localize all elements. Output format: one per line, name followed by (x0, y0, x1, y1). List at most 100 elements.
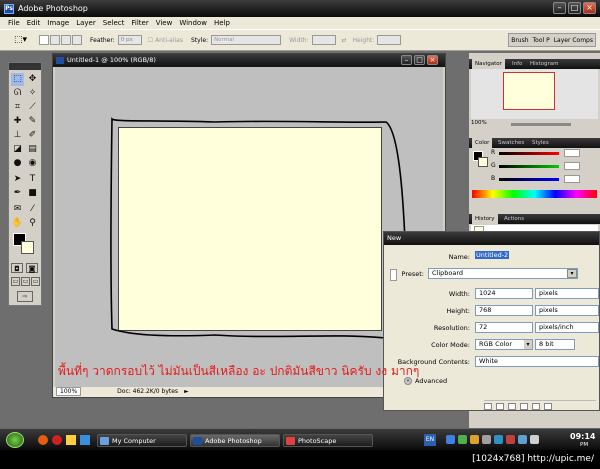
path-selection-tool-icon[interactable]: ➤ (11, 173, 24, 186)
height-input[interactable]: 768 (475, 305, 533, 316)
tray-icon-2[interactable] (458, 435, 467, 444)
tab-color[interactable]: Color (472, 138, 493, 148)
gradient-tool-icon[interactable]: ▤ (26, 143, 39, 156)
intersect-selection-button[interactable] (72, 35, 83, 45)
firefox-icon[interactable] (38, 435, 48, 445)
palette-tab-layer-comps[interactable]: Layer Comps (552, 37, 595, 44)
navigator-view-box[interactable] (503, 72, 555, 110)
language-indicator[interactable]: EN (424, 434, 436, 446)
menu-help[interactable]: Help (214, 19, 230, 27)
volume-icon[interactable] (530, 435, 539, 444)
crop-tool-icon[interactable]: ⌗ (11, 101, 24, 114)
opera-icon[interactable] (52, 435, 62, 445)
menu-view[interactable]: View (156, 19, 173, 27)
footer-icon-5[interactable] (532, 403, 540, 410)
name-field[interactable]: Untitled-2 (475, 251, 595, 262)
pen-tool-icon[interactable]: ✒ (11, 187, 24, 200)
menu-window[interactable]: Window (179, 19, 207, 27)
blue-value-input[interactable] (564, 175, 580, 183)
bit-depth-select[interactable]: 8 bit (535, 339, 575, 350)
menu-image[interactable]: Image (47, 19, 69, 27)
resolution-input[interactable]: 72 (475, 322, 533, 333)
taskbar-my-computer[interactable]: My Computer (97, 434, 187, 447)
feather-input[interactable]: 0 px (117, 35, 142, 45)
doc-close-button[interactable]: × (427, 55, 438, 65)
marquee-tool-icon[interactable]: ⬚▾ (14, 35, 27, 45)
width-input[interactable] (311, 35, 336, 45)
clock-time[interactable]: 09:14 (570, 432, 595, 441)
width-unit-select[interactable]: pixels (535, 288, 599, 299)
brush-tool-icon[interactable]: ✎ (26, 115, 39, 128)
height-input[interactable] (377, 35, 402, 45)
width-input[interactable]: 1024 (475, 288, 533, 299)
network-icon[interactable] (518, 435, 527, 444)
add-selection-button[interactable] (50, 35, 61, 45)
footer-icon-4[interactable] (520, 403, 528, 410)
green-value-input[interactable] (564, 162, 580, 170)
marquee-tool-icon[interactable]: ⬚ (11, 73, 24, 86)
menu-edit[interactable]: Edit (27, 19, 41, 27)
tab-histogram[interactable]: Histogram (527, 59, 562, 69)
folder-icon[interactable] (66, 435, 76, 445)
tray-icon-6[interactable] (506, 435, 515, 444)
footer-icon-6[interactable] (544, 403, 552, 410)
doc-maximize-button[interactable]: □ (414, 55, 425, 65)
move-tool-icon[interactable]: ✥ (26, 73, 39, 86)
status-arrow-icon[interactable]: ► (184, 387, 189, 397)
lasso-tool-icon[interactable]: ᘏ (11, 87, 24, 100)
red-slider[interactable] (499, 152, 559, 155)
notes-tool-icon[interactable]: ✉ (11, 203, 24, 216)
preset-select[interactable]: Clipboard (428, 268, 578, 279)
hand-tool-icon[interactable]: ✋ (11, 217, 24, 230)
new-selection-button[interactable] (39, 35, 50, 45)
magic-wand-tool-icon[interactable]: ✧ (26, 87, 39, 100)
zoom-tool-icon[interactable]: ⚲ (26, 217, 39, 230)
palette-tab-brush[interactable]: Brush (509, 37, 530, 44)
subtract-selection-button[interactable] (61, 35, 72, 45)
tab-styles[interactable]: Styles (529, 138, 552, 148)
standard-mode-icon[interactable]: ◘ (11, 263, 23, 273)
taskbar-photoscape[interactable]: PhotoScape (283, 434, 373, 447)
tab-info[interactable]: Info (509, 59, 525, 69)
footer-icon-3[interactable] (508, 403, 516, 410)
red-value-input[interactable] (564, 149, 580, 157)
slice-tool-icon[interactable]: ⟋ (26, 101, 39, 114)
color-mode-dropdown-icon[interactable]: ▾ (524, 340, 532, 349)
menu-layer[interactable]: Layer (76, 19, 96, 27)
color-ramp[interactable] (472, 190, 597, 198)
color-bg-swatch[interactable] (478, 157, 488, 167)
palette-tab-tool-presets[interactable]: Tool P (531, 37, 552, 44)
minimize-button[interactable]: – (553, 2, 566, 14)
style-select[interactable]: Normal (211, 35, 282, 45)
shape-tool-icon[interactable]: ■ (26, 187, 39, 200)
zoom-level[interactable]: 100% (56, 387, 82, 396)
taskbar-photoshop[interactable]: Adobe Photoshop (190, 434, 280, 447)
doc-minimize-button[interactable]: – (401, 55, 412, 65)
menu-file[interactable]: File (8, 19, 20, 27)
background-select[interactable]: White (475, 356, 599, 367)
screen-mode-full-icon[interactable]: ▭ (31, 277, 40, 286)
preset-dropdown-icon[interactable]: ▾ (567, 269, 577, 278)
maximize-button[interactable]: □ (568, 2, 581, 14)
menu-filter[interactable]: Filter (131, 19, 148, 27)
tab-actions[interactable]: Actions (501, 214, 527, 224)
antialias-checkbox[interactable]: ☐ Anti-alias (148, 37, 183, 44)
screen-mode-menu-icon[interactable]: ▭ (21, 277, 30, 286)
green-slider[interactable] (499, 165, 559, 168)
quick-mask-icon[interactable]: ◙ (26, 263, 38, 273)
tray-icon-3[interactable] (470, 435, 479, 444)
tab-navigator[interactable]: Navigator (472, 59, 505, 69)
screen-mode-standard-icon[interactable]: ▭ (11, 277, 20, 286)
blue-slider[interactable] (499, 178, 559, 181)
footer-icon-2[interactable] (496, 403, 504, 410)
type-tool-icon[interactable]: T (26, 173, 39, 186)
background-color-swatch[interactable] (21, 241, 34, 254)
eyedropper-tool-icon[interactable]: ⁄ (26, 203, 39, 216)
footer-icon-1[interactable] (484, 403, 492, 410)
navigator-zoom-slider[interactable] (511, 123, 571, 126)
close-button[interactable]: × (583, 2, 596, 14)
jump-to-imageready-icon[interactable]: ⇨ (17, 291, 33, 302)
blur-tool-icon[interactable]: ● (11, 157, 24, 170)
tray-icon-5[interactable] (494, 435, 503, 444)
tray-icon-4[interactable] (482, 435, 491, 444)
